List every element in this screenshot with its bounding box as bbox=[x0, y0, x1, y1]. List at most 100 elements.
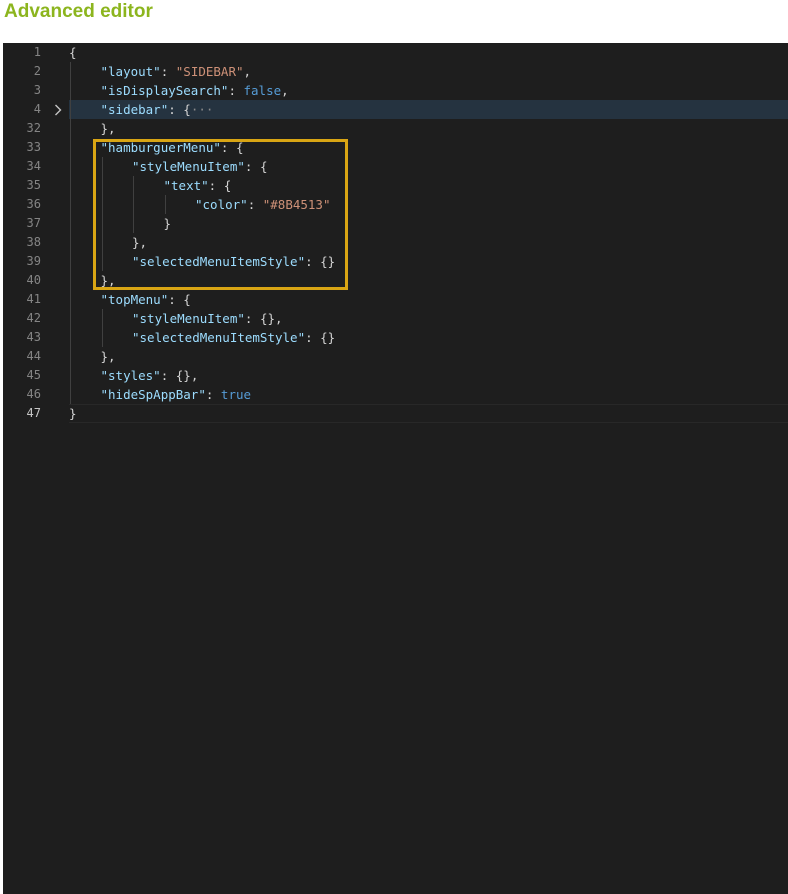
line-number: 41 bbox=[26, 292, 41, 306]
code-text: "styleMenuItem": {}, bbox=[132, 309, 283, 328]
line-number: 43 bbox=[26, 330, 41, 344]
code-line[interactable]: 32}, bbox=[3, 119, 788, 138]
code-token: } bbox=[69, 406, 77, 421]
page-title: Advanced editor bbox=[4, 1, 153, 22]
indent-guide bbox=[133, 176, 134, 195]
code-text: "isDisplaySearch": false, bbox=[101, 81, 289, 100]
code-token: "styleMenuItem" bbox=[132, 311, 245, 326]
line-number: 37 bbox=[26, 216, 41, 230]
code-token: : {} bbox=[305, 330, 336, 345]
code-token: : { bbox=[220, 140, 244, 155]
code-token: "hamburguerMenu" bbox=[100, 140, 221, 155]
code-token: true bbox=[220, 387, 252, 402]
code-line[interactable]: 33 "hamburguerMenu": { bbox=[3, 138, 788, 157]
code-line[interactable]: 40}, bbox=[3, 271, 788, 290]
code-token: "isDisplaySearch" bbox=[100, 83, 229, 98]
code-text: }, bbox=[101, 271, 116, 290]
code-token: : { bbox=[168, 102, 191, 117]
code-text: "topMenu": { bbox=[101, 290, 191, 309]
code-token: "styles" bbox=[100, 368, 161, 383]
code-line[interactable]: 45 "styles": {}, bbox=[3, 366, 788, 385]
line-number: 33 bbox=[26, 140, 41, 154]
code-token: , bbox=[281, 83, 289, 98]
line-number: 47 bbox=[26, 406, 41, 420]
code-token: : {} bbox=[305, 254, 336, 269]
line-number: 3 bbox=[33, 83, 41, 97]
code-line[interactable]: 47} bbox=[3, 404, 788, 423]
line-number: 45 bbox=[26, 368, 41, 382]
indent-guide bbox=[70, 119, 71, 138]
code-token: }, bbox=[100, 121, 116, 136]
code-line[interactable]: 4 "sidebar": {··· bbox=[3, 100, 788, 119]
code-line[interactable]: 39 "selectedMenuItemStyle": {} bbox=[3, 252, 788, 271]
indent-guide bbox=[101, 157, 103, 176]
code-token: "selectedMenuItemStyle" bbox=[132, 254, 306, 269]
indent-guide bbox=[101, 252, 103, 271]
code-token: false bbox=[243, 83, 282, 98]
code-line[interactable]: 36 "color": "#8B4513" bbox=[3, 195, 788, 214]
code-token: : { bbox=[208, 178, 232, 193]
chevron-right-icon[interactable] bbox=[52, 100, 64, 119]
code-text: "hamburguerMenu": { bbox=[101, 138, 244, 157]
line-number: 38 bbox=[26, 235, 41, 249]
line-number: 39 bbox=[26, 254, 41, 268]
code-token: }, bbox=[100, 349, 116, 364]
code-line[interactable]: 34 "styleMenuItem": { bbox=[3, 157, 788, 176]
indent-guide bbox=[101, 233, 103, 252]
code-text: { bbox=[69, 43, 77, 62]
code-text: "styles": {}, bbox=[101, 366, 199, 385]
code-text: "text": { bbox=[164, 176, 232, 195]
code-text: }, bbox=[132, 233, 147, 252]
code-line[interactable]: 37} bbox=[3, 214, 788, 233]
folded-ellipsis[interactable]: ··· bbox=[191, 102, 214, 117]
code-token: "styleMenuItem" bbox=[132, 159, 245, 174]
code-token: "text" bbox=[163, 178, 209, 193]
code-text: "sidebar": {··· bbox=[101, 100, 214, 119]
code-line[interactable]: 35 "text": { bbox=[3, 176, 788, 195]
code-token: : bbox=[228, 83, 244, 98]
code-token: }, bbox=[100, 273, 116, 288]
line-number: 35 bbox=[26, 178, 41, 192]
code-line[interactable]: 41 "topMenu": { bbox=[3, 290, 788, 309]
code-editor[interactable]: 1{2 "layout": "SIDEBAR", 3 "isDisplaySearch… bbox=[3, 43, 788, 894]
code-line[interactable]: 43 "selectedMenuItemStyle": {} bbox=[3, 328, 788, 347]
indent-guide bbox=[70, 62, 71, 81]
code-token: : {}, bbox=[244, 311, 283, 326]
code-text: "selectedMenuItemStyle": {} bbox=[132, 328, 335, 347]
indent-guide bbox=[70, 347, 71, 366]
code-text: } bbox=[69, 404, 77, 423]
indent-guide bbox=[70, 233, 71, 252]
code-line[interactable]: 3 "isDisplaySearch": false, bbox=[3, 81, 788, 100]
code-line[interactable]: 38}, bbox=[3, 233, 788, 252]
code-line[interactable]: 44}, bbox=[3, 347, 788, 366]
indent-guide bbox=[101, 195, 103, 214]
indent-guide bbox=[70, 100, 71, 119]
code-token: "hideSpAppBar" bbox=[100, 387, 206, 402]
line-number: 42 bbox=[26, 311, 41, 325]
line-number: 34 bbox=[26, 159, 41, 173]
code-line[interactable]: 1{ bbox=[3, 43, 788, 62]
code-text: }, bbox=[101, 347, 116, 366]
code-text: "styleMenuItem": { bbox=[132, 157, 267, 176]
code-token: "SIDEBAR" bbox=[175, 64, 244, 79]
code-token: : {}, bbox=[160, 368, 199, 383]
code-text: }, bbox=[101, 119, 116, 138]
editor-lines: 1{2 "layout": "SIDEBAR", 3 "isDisplaySearch… bbox=[3, 43, 788, 423]
code-token: "sidebar" bbox=[100, 102, 169, 117]
line-number: 40 bbox=[26, 273, 41, 287]
indent-guide bbox=[101, 309, 103, 328]
line-number: 4 bbox=[33, 102, 41, 116]
code-line[interactable]: 2 "layout": "SIDEBAR", bbox=[3, 62, 788, 81]
indent-guide bbox=[70, 252, 71, 271]
indent-guide bbox=[70, 385, 71, 404]
code-token: "topMenu" bbox=[100, 292, 169, 307]
indent-guide bbox=[70, 157, 71, 176]
line-number: 1 bbox=[33, 45, 41, 59]
code-token: }, bbox=[132, 235, 148, 250]
indent-guide bbox=[70, 328, 71, 347]
indent-guide bbox=[101, 176, 103, 195]
code-line[interactable]: 46 "hideSpAppBar": true bbox=[3, 385, 788, 404]
code-text: } bbox=[164, 214, 172, 233]
code-line[interactable]: 42 "styleMenuItem": {}, bbox=[3, 309, 788, 328]
line-number: 32 bbox=[26, 121, 41, 135]
